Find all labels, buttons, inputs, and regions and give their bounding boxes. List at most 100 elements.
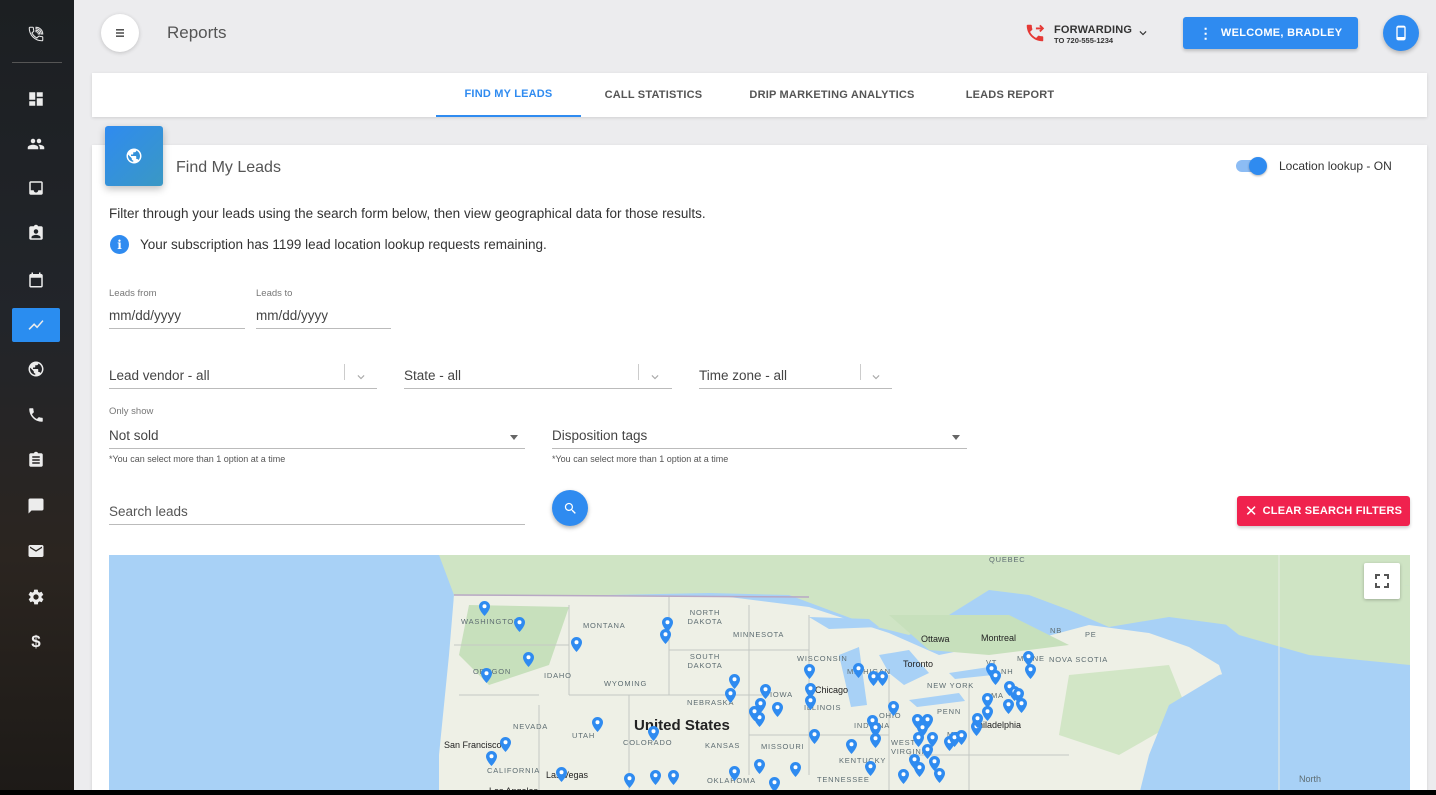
phone-forward-icon: [1024, 22, 1046, 49]
clear-search-filters-label: CLEAR SEARCH FILTERS: [1262, 505, 1403, 517]
map-pin-icon[interactable]: [846, 739, 857, 754]
map-pin-icon[interactable]: [934, 768, 945, 783]
menu-button[interactable]: [101, 14, 139, 52]
map-pin-icon[interactable]: [481, 668, 492, 683]
map-pin-icon[interactable]: [853, 663, 864, 678]
map-pin-icon[interactable]: [486, 751, 497, 766]
leads-from-field[interactable]: mm/dd/yyyy: [109, 300, 245, 329]
map-pin-icon[interactable]: [888, 701, 899, 716]
map-pin-icon[interactable]: [729, 674, 740, 689]
map-fullscreen-button[interactable]: [1364, 563, 1400, 599]
map-pin-icon[interactable]: [729, 766, 740, 781]
tab-leads-report[interactable]: LEADS REPORT: [946, 73, 1074, 117]
tab-drip-marketing-analytics[interactable]: DRIP MARKETING ANALYTICS: [732, 73, 932, 117]
map-pin-icon[interactable]: [772, 702, 783, 717]
map-pin-icon[interactable]: [870, 733, 881, 748]
map-pin-icon[interactable]: [479, 601, 490, 616]
phone-settings-icon[interactable]: [12, 17, 60, 51]
phone-icon[interactable]: [12, 398, 60, 432]
map-region-label: NORTH DAKOTA: [687, 608, 723, 626]
map-pin-icon[interactable]: [805, 695, 816, 710]
calendar-icon[interactable]: [12, 263, 60, 297]
map-region-label: NH: [1001, 667, 1014, 676]
map-city-label: San Francisco: [444, 740, 502, 750]
map-region-label: QUEBEC: [989, 555, 1026, 564]
map-pin-icon[interactable]: [972, 713, 983, 728]
leads-to-field[interactable]: mm/dd/yyyy: [256, 300, 391, 329]
map-pin-icon[interactable]: [523, 652, 534, 667]
inbox-icon[interactable]: [12, 171, 60, 205]
disposition-hint: *You can select more than 1 option at a …: [552, 454, 729, 464]
location-lookup-label: Location lookup - ON: [1279, 159, 1392, 173]
map-pin-icon[interactable]: [982, 706, 993, 721]
forwarding-dropdown[interactable]: FORWARDING TO 720-555-1234: [1024, 22, 1150, 48]
map-pin-icon[interactable]: [571, 637, 582, 652]
map-pin-icon[interactable]: [760, 684, 771, 699]
globe-icon[interactable]: [12, 352, 60, 386]
disposition-tags-select[interactable]: Disposition tags: [552, 418, 967, 449]
map-pin-icon[interactable]: [624, 773, 635, 788]
mobile-button[interactable]: [1383, 15, 1419, 51]
map-pin-icon[interactable]: [956, 730, 967, 745]
map-pin-icon[interactable]: [749, 706, 760, 721]
location-lookup-toggle[interactable]: [1236, 157, 1268, 175]
map-pin-icon[interactable]: [790, 762, 801, 777]
dollar-icon[interactable]: $: [12, 625, 60, 659]
welcome-user-button[interactable]: ⋮ WELCOME, BRADLEY: [1183, 17, 1358, 49]
map-pin-icon[interactable]: [660, 629, 671, 644]
sidebar: $: [0, 0, 74, 795]
map-pin-icon[interactable]: [754, 759, 765, 774]
time-zone-select[interactable]: Time zone - all: [699, 358, 892, 389]
leads-map[interactable]: WASHINGTON MONTANA NORTH DAKOTA MINNESOT…: [109, 555, 1410, 795]
map-pin-icon[interactable]: [556, 767, 567, 782]
lead-vendor-select[interactable]: Lead vendor - all: [109, 358, 377, 389]
map-pin-icon[interactable]: [725, 688, 736, 703]
dashboard-icon[interactable]: [12, 82, 60, 116]
map-pin-icon[interactable]: [990, 670, 1001, 685]
settings-icon[interactable]: [12, 580, 60, 614]
map-region-label: TENNESSEE: [817, 775, 870, 784]
map-pin-icon[interactable]: [1003, 699, 1014, 714]
search-leads-input[interactable]: Search leads: [109, 494, 525, 525]
search-button[interactable]: [552, 490, 588, 526]
map-city-label: Ottawa: [921, 634, 950, 644]
map-city-label: Chicago: [815, 685, 849, 695]
map-pin-icon[interactable]: [592, 717, 603, 732]
mail-icon[interactable]: [12, 534, 60, 568]
map-pin-icon[interactable]: [898, 769, 909, 784]
map-pin-icon[interactable]: [914, 762, 925, 777]
state-select[interactable]: State - all: [404, 358, 672, 389]
close-icon: ✕: [1244, 503, 1258, 520]
subscription-info: i Your subscription has 1199 lead locati…: [110, 235, 547, 254]
tab-call-statistics[interactable]: CALL STATISTICS: [586, 73, 721, 117]
people-icon[interactable]: [12, 127, 60, 161]
clear-search-filters-button[interactable]: ✕ CLEAR SEARCH FILTERS: [1237, 496, 1410, 526]
info-icon: i: [110, 235, 129, 254]
map-pin-icon[interactable]: [804, 664, 815, 679]
map-region-label: NEW YORK: [927, 681, 975, 690]
chevron-down-icon: [354, 370, 368, 384]
dropdown-arrow-icon: [510, 435, 518, 440]
map-pin-icon[interactable]: [668, 770, 679, 785]
tab-find-my-leads[interactable]: FIND MY LEADS: [436, 73, 581, 117]
contact-card-icon[interactable]: [12, 216, 60, 250]
map-pin-icon[interactable]: [648, 726, 659, 741]
map-pin-icon[interactable]: [514, 617, 525, 632]
forwarding-label: FORWARDING: [1054, 24, 1133, 37]
map-region-label: NOVA SCOTIA: [1049, 655, 1109, 664]
map-pin-icon[interactable]: [1016, 698, 1027, 713]
map-pin-icon[interactable]: [865, 761, 876, 776]
chat-icon[interactable]: [12, 489, 60, 523]
map-pin-icon[interactable]: [1025, 664, 1036, 679]
forwarding-number: TO 720-555-1234: [1054, 36, 1114, 46]
map-pin-icon[interactable]: [650, 770, 661, 785]
smartphone-icon: [1396, 25, 1406, 41]
map-pin-icon[interactable]: [500, 737, 511, 752]
clipboard-icon[interactable]: [12, 443, 60, 477]
reports-chart-icon[interactable]: [12, 308, 60, 342]
only-show-select[interactable]: Not sold: [109, 418, 525, 449]
map-region-label: IOWA: [770, 690, 793, 699]
map-pin-icon[interactable]: [877, 671, 888, 686]
map-pin-icon[interactable]: [809, 729, 820, 744]
only-show-value: Not sold: [109, 428, 159, 443]
